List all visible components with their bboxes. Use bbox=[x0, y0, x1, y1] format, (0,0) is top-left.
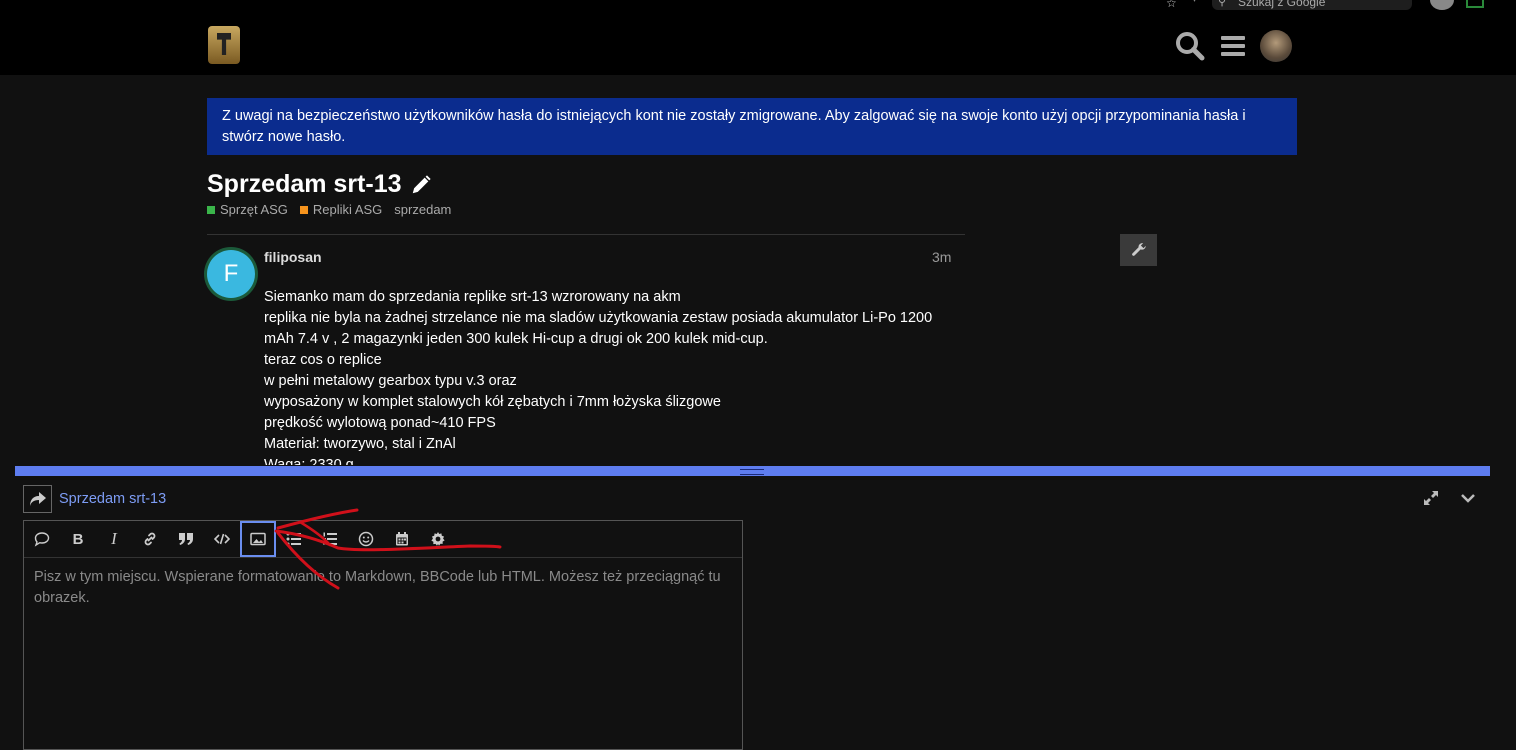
bullet-list-icon bbox=[286, 532, 301, 546]
quote-icon bbox=[179, 533, 193, 545]
numbered-list-icon bbox=[323, 532, 337, 545]
chevron-down-icon[interactable]: ▾ bbox=[1192, 0, 1197, 5]
post-line: wyposażony w komplet stalowych kół zębat… bbox=[264, 394, 721, 410]
category-sprzet-asg[interactable]: Sprzęt ASG bbox=[207, 202, 288, 217]
reply-action-button[interactable] bbox=[23, 485, 52, 513]
category-label: Sprzęt ASG bbox=[220, 202, 288, 217]
post-line: w pełni metalowy gearbox typu v.3 oraz bbox=[264, 373, 517, 389]
tag-sprzedam[interactable]: sprzedam bbox=[394, 202, 451, 217]
blockquote-button[interactable] bbox=[168, 521, 204, 557]
pencil-icon[interactable] bbox=[410, 174, 432, 196]
browser-profile-icon[interactable] bbox=[1430, 0, 1454, 10]
quote-reply-button[interactable] bbox=[24, 521, 60, 557]
user-avatar[interactable] bbox=[1260, 30, 1292, 62]
bold-button[interactable]: B bbox=[60, 521, 96, 557]
link-button[interactable] bbox=[132, 521, 168, 557]
post-line: Materiał: tworzywo, stal i ZnAl bbox=[264, 436, 456, 452]
smiley-icon bbox=[358, 531, 374, 547]
migration-notice-banner: Z uwagi na bezpieczeństwo użytkowników h… bbox=[207, 98, 1297, 155]
topic-title: Sprzedam srt-13 bbox=[207, 170, 432, 199]
insert-date-button[interactable] bbox=[384, 521, 420, 557]
speech-bubble-icon bbox=[34, 532, 50, 547]
post-author-avatar[interactable]: F bbox=[207, 250, 255, 298]
search-icon[interactable] bbox=[1174, 30, 1206, 62]
image-icon bbox=[250, 532, 266, 546]
italic-icon: I bbox=[111, 529, 117, 548]
reply-topic-link[interactable]: Sprzedam srt-13 bbox=[59, 491, 166, 507]
composer-editor: B I Pisz w tym miejscu. Wspierane format… bbox=[23, 520, 743, 750]
post-line: Waga: 2330 g bbox=[264, 457, 354, 465]
search-icon: ⚲ bbox=[1218, 0, 1227, 8]
numbered-list-button[interactable] bbox=[312, 521, 348, 557]
editor-toolbar: B I bbox=[24, 521, 742, 558]
category-label: Repliki ASG bbox=[312, 202, 383, 217]
code-icon bbox=[214, 533, 230, 545]
post-line: mAh 7.4 v , 2 magazynki jeden 300 kulek … bbox=[264, 331, 768, 347]
extension-icon[interactable] bbox=[1466, 0, 1484, 8]
site-logo[interactable] bbox=[208, 26, 240, 64]
category-repliki-asg[interactable]: Repliki ASG bbox=[299, 202, 383, 217]
post-time[interactable]: 3m bbox=[932, 249, 951, 265]
post-body: Siemanko mam do sprzedania replike srt-1… bbox=[264, 287, 964, 465]
topic-title-text: Sprzedam srt-13 bbox=[207, 170, 402, 198]
composer-textarea-placeholder[interactable]: Pisz w tym miejscu. Wspierane formatowan… bbox=[34, 567, 734, 609]
admin-wrench-button[interactable] bbox=[1120, 234, 1157, 266]
post-line: teraz cos o replice bbox=[264, 352, 382, 368]
post-line: prędkość wylotową ponad~410 FPS bbox=[264, 415, 496, 431]
composer-resize-grip[interactable] bbox=[15, 466, 1490, 476]
category-color-square bbox=[207, 205, 215, 214]
calendar-icon bbox=[396, 532, 408, 546]
logo-emblem bbox=[217, 33, 231, 55]
post-divider bbox=[207, 234, 965, 235]
wrench-icon bbox=[1131, 243, 1146, 256]
emoji-button[interactable] bbox=[348, 521, 384, 557]
browser-toolbar-strip: ☆ ▾ ⚲ Szukaj z Google bbox=[0, 0, 1516, 12]
bulleted-list-button[interactable] bbox=[276, 521, 312, 557]
italic-button[interactable]: I bbox=[96, 521, 132, 557]
post-line: Siemanko mam do sprzedania replike srt-1… bbox=[264, 289, 681, 305]
site-header bbox=[0, 12, 1516, 75]
link-icon bbox=[144, 532, 156, 546]
post-line: replika nie byla na żadnej strzelance ni… bbox=[264, 310, 933, 326]
hamburger-menu-icon[interactable] bbox=[1217, 30, 1249, 62]
topic-tags: Sprzęt ASG Repliki ASG sprzedam bbox=[207, 202, 451, 217]
options-gear-button[interactable] bbox=[420, 521, 456, 557]
bookmark-star-icon[interactable]: ☆ bbox=[1166, 0, 1177, 10]
reply-composer: Sprzedam srt-13 B I Pisz w tym miejscu. … bbox=[15, 476, 1490, 750]
browser-search-placeholder: Szukaj z Google bbox=[1238, 0, 1326, 9]
collapse-chevron-icon[interactable] bbox=[1459, 489, 1477, 507]
category-color-square bbox=[299, 205, 308, 214]
bold-icon: B bbox=[72, 530, 84, 548]
post-username[interactable]: filiposan bbox=[264, 249, 322, 265]
expand-fullscreen-icon[interactable] bbox=[1422, 489, 1440, 507]
code-button[interactable] bbox=[204, 521, 240, 557]
browser-search-box[interactable]: ⚲ Szukaj z Google bbox=[1212, 0, 1412, 10]
grip-handle-icon bbox=[740, 469, 764, 475]
share-arrow-icon bbox=[29, 492, 46, 506]
upload-image-button[interactable] bbox=[240, 521, 276, 557]
gear-icon bbox=[431, 532, 445, 546]
